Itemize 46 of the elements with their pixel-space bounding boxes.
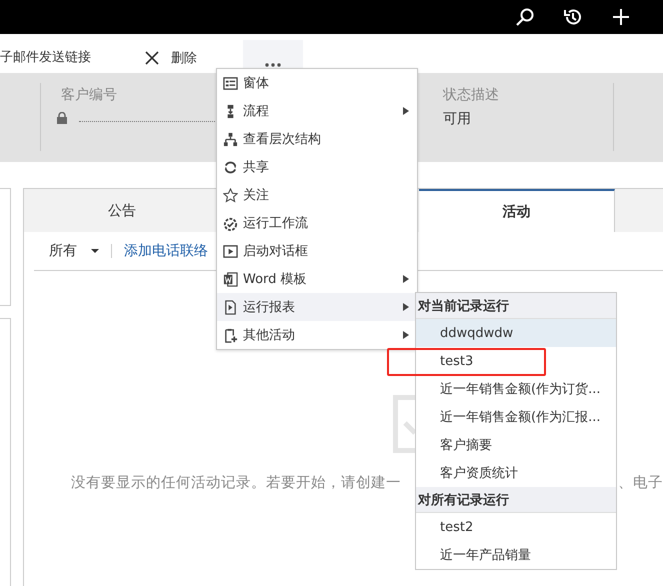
hierarchy-icon [223,132,238,146]
report-item[interactable]: 近一年销售金额(作为订货... [416,375,616,403]
menu-item[interactable]: 窗体 [217,69,417,97]
menu-item[interactable]: Word 模板 [217,265,417,293]
empty-message: 没有要显示的任何活动记录。若要开始，请创建一 [71,474,401,492]
menu-item[interactable]: 流程 [217,97,417,125]
filter-dropdown[interactable]: 所有 [49,242,99,260]
close-icon [145,51,159,65]
history-icon[interactable] [563,7,583,27]
menu-item[interactable]: 共享 [217,153,417,181]
menu-item[interactable]: 查看层次结构 [217,125,417,153]
word-icon [223,272,238,286]
field-label: 客户编号 [61,86,117,104]
menu-item[interactable]: 运行报表 [217,293,417,321]
menu-item[interactable]: 其他活动 [217,321,417,349]
menu-item[interactable]: 启动对话框 [217,237,417,265]
report-item[interactable]: 客户资质统计 [416,459,616,487]
clipboard-icon [393,395,417,453]
add-phone-call-link[interactable]: 添加电话联络 [124,242,208,260]
search-icon[interactable] [515,7,535,27]
ellipsis-icon [265,63,281,67]
form-icon [223,76,238,90]
report-item[interactable]: ddwqdwdw [416,319,616,347]
clipboard-plus-icon [223,328,238,342]
play-icon [223,244,238,258]
report-item[interactable]: 客户摘要 [416,431,616,459]
star-icon [223,188,238,202]
report-icon [223,300,238,314]
report-item[interactable]: test2 [416,513,616,541]
report-item[interactable]: 近一年产品销量 [416,541,616,569]
group-header: 对所有记录运行 [416,487,616,513]
menu-item[interactable]: 运行工作流 [217,209,417,237]
field-value: 可用 [443,110,471,128]
workflow-icon [223,216,238,230]
report-item[interactable]: 近一年销售金额(作为汇报... [416,403,616,431]
field-label: 状态描述 [443,86,499,104]
group-header: 对当前记录运行 [416,293,616,319]
report-item[interactable]: test3 [416,347,616,375]
tab[interactable]: 活动 [419,189,615,232]
command-label[interactable]: 子邮件发送链接 [0,48,91,67]
delete-button[interactable]: 删除 [145,49,197,67]
empty-message: 、电子 [618,474,663,492]
caret-icon [91,249,99,253]
add-icon[interactable] [611,7,631,27]
menu-item[interactable]: 关注 [217,181,417,209]
share-icon [223,160,238,174]
